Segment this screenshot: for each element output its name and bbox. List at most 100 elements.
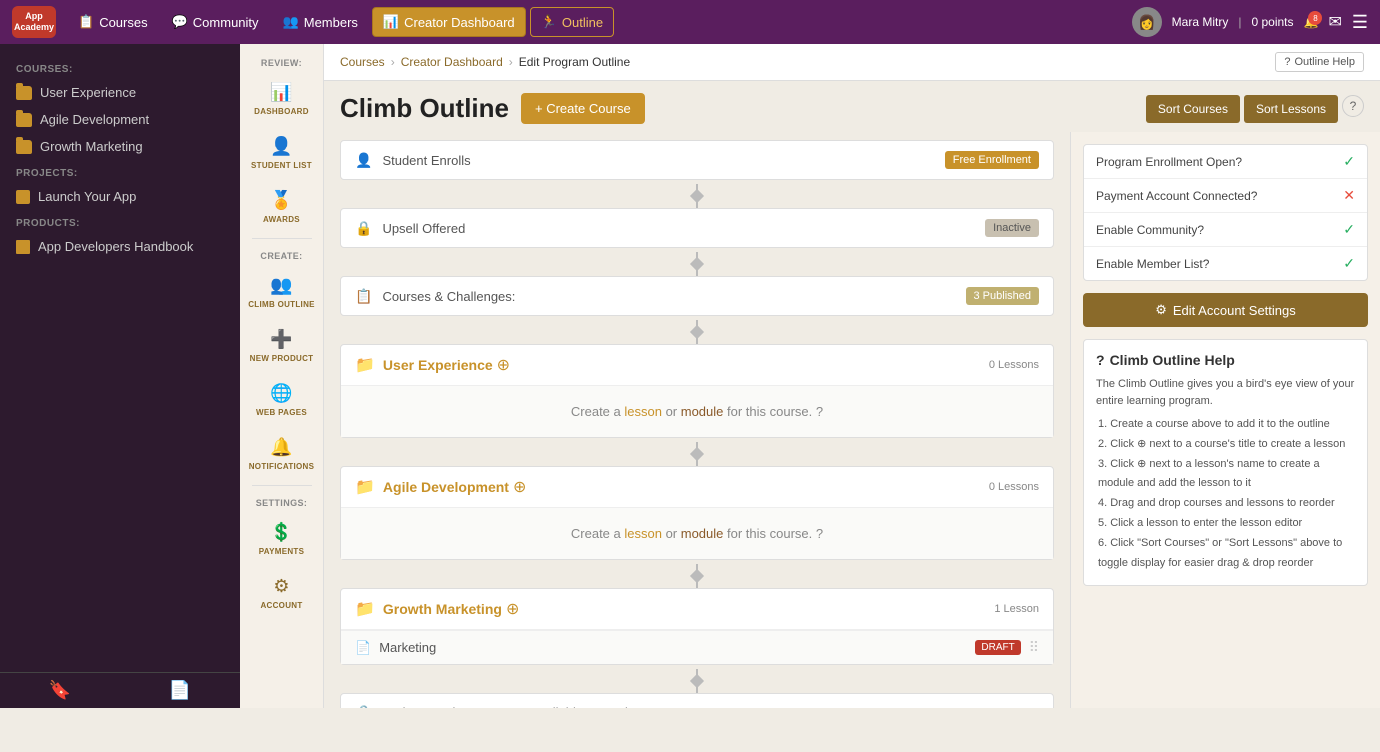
sec-item-notifications[interactable]: 🔔 NOTIFICATIONS — [242, 427, 322, 479]
help-step-5: 5. Click a lesson to enter the lesson ed… — [1098, 514, 1355, 534]
breadcrumb-courses[interactable]: Courses — [340, 55, 385, 69]
left-sidebar: COURSES: User Experience Agile Developme… — [0, 44, 240, 708]
nav-members[interactable]: 👥 Members — [273, 8, 368, 36]
breadcrumb-right: ? Outline Help — [1275, 52, 1364, 72]
sec-item-dashboard[interactable]: 📊 DASHBOARD — [242, 72, 322, 124]
bookmark-icon[interactable]: 🔖 — [49, 680, 71, 701]
sec-item-payments[interactable]: 💲 PAYMENTS — [242, 512, 322, 564]
sort-lessons-button[interactable]: Sort Lessons — [1244, 95, 1338, 123]
draft-badge: DRAFT — [975, 640, 1020, 655]
sidebar-item-user-experience[interactable]: User Experience — [0, 79, 240, 106]
nav-community[interactable]: 💬 Community — [162, 8, 269, 36]
outline-area: 👤 Student Enrolls Free Enrollment 🔒 Upse… — [324, 132, 1070, 708]
sec-item-new-product[interactable]: ➕ NEW PRODUCT — [242, 319, 322, 371]
main-columns: 👤 Student Enrolls Free Enrollment 🔒 Upse… — [324, 132, 1380, 708]
help-icon[interactable]: ? — [816, 404, 823, 419]
outline-help-button[interactable]: ? Outline Help — [1275, 52, 1364, 72]
sort-help-button[interactable]: ? — [1342, 95, 1364, 117]
outline-icon: 🏃 — [541, 14, 557, 30]
sidebar-divider — [252, 238, 312, 239]
course-agile-add-button[interactable]: ⊕ — [513, 477, 526, 497]
app-logo[interactable]: App Academy — [12, 6, 56, 38]
connector-5 — [340, 564, 1054, 588]
connector-1 — [340, 184, 1054, 208]
connector-4 — [340, 442, 1054, 466]
courses-section-label: COURSES: — [0, 56, 240, 79]
menu-icon[interactable]: ☰ — [1352, 12, 1368, 33]
review-label: REVIEW: — [240, 52, 323, 70]
help-title: ? Climb Outline Help — [1096, 352, 1355, 368]
nav-outline[interactable]: 🏃 Outline — [530, 7, 614, 37]
breadcrumb-current: Edit Program Outline — [519, 55, 630, 69]
help-step-3: 3. Click ⊕ next to a lesson's name to cr… — [1098, 455, 1355, 495]
module-link[interactable]: module — [681, 526, 724, 541]
sec-item-web-pages[interactable]: 🌐 WEB PAGES — [242, 373, 322, 425]
course-agile-body: Create a lesson or module for this cours… — [341, 508, 1053, 559]
drag-handle[interactable]: ⠿ — [1029, 639, 1039, 656]
course-agile-placeholder: Create a lesson or module for this cours… — [355, 518, 1039, 549]
sidebar-item-launch-your-app[interactable]: Launch Your App — [0, 183, 240, 210]
sort-courses-button[interactable]: Sort Courses — [1146, 95, 1240, 123]
lesson-link[interactable]: lesson — [624, 526, 662, 541]
community-status-label: Enable Community? — [1096, 223, 1204, 237]
course-folder-icon: 📁 — [355, 355, 375, 375]
folder-icon — [16, 86, 32, 100]
lesson-link[interactable]: lesson — [624, 404, 662, 419]
flow-diamond — [690, 447, 704, 461]
lesson-row-marketing: 📄 Marketing DRAFT ⠿ — [341, 630, 1053, 664]
course-gm-title[interactable]: Growth Marketing — [383, 601, 502, 617]
document-icon[interactable]: 📄 — [169, 680, 191, 701]
notification-bell[interactable]: 🔔 8 — [1304, 15, 1319, 29]
check-icon-enrollment: ✓ — [1343, 153, 1355, 170]
top-navigation: App Academy 📋 Courses 💬 Community 👥 Memb… — [0, 0, 1380, 44]
sec-item-student-list[interactable]: 👤 STUDENT LIST — [242, 126, 322, 178]
help-step-4: 4. Drag and drop courses and lessons to … — [1098, 494, 1355, 514]
folder-icon — [16, 140, 32, 154]
lesson-doc-icon: 📄 — [355, 640, 371, 656]
course-folder-icon: 📁 — [355, 599, 375, 619]
sec-item-awards[interactable]: 🏅 AWARDS — [242, 180, 322, 232]
create-course-button[interactable]: + Create Course — [521, 93, 645, 124]
free-enrollment-badge: Free Enrollment — [945, 151, 1039, 169]
lock-icon: 🔒 — [355, 704, 372, 708]
notifications-icon: 🔔 — [270, 435, 294, 459]
sidebar-item-agile-development[interactable]: Agile Development — [0, 106, 240, 133]
settings-label: SETTINGS: — [240, 492, 323, 510]
help-section: ? Climb Outline Help The Climb Outline g… — [1083, 339, 1368, 586]
status-row-member-list: Enable Member List? ✓ — [1084, 247, 1367, 280]
courses-challenges-card: 📋 Courses & Challenges: 3 Published — [340, 276, 1054, 316]
course-ux-add-button[interactable]: ⊕ — [497, 355, 510, 375]
course-ux-title[interactable]: User Experience — [383, 357, 493, 373]
messages-icon[interactable]: ✉ — [1328, 12, 1341, 32]
project-icon — [16, 190, 30, 204]
dashboard-icon: 📊 — [383, 14, 399, 30]
upsell-icon: 🔒 — [355, 220, 372, 237]
breadcrumb-creator-dashboard[interactable]: Creator Dashboard — [401, 55, 503, 69]
module-link[interactable]: module — [681, 404, 724, 419]
lesson-marketing-title[interactable]: Marketing — [379, 640, 975, 655]
user-avatar[interactable]: 👩 — [1132, 7, 1162, 37]
help-question-icon: ? — [1096, 352, 1105, 368]
topnav-right-section: 👩 Mara Mitry | 0 points 🔔 8 ✉ ☰ — [1132, 7, 1368, 37]
points-label: 0 points — [1251, 15, 1293, 29]
nav-courses[interactable]: 📋 Courses — [68, 8, 158, 36]
sec-item-climb-outline[interactable]: 👥 CLIMB OUTLINE — [242, 265, 322, 317]
check-icon-community: ✓ — [1343, 221, 1355, 238]
nav-creator-dashboard[interactable]: 📊 Creator Dashboard — [372, 7, 526, 37]
course-agile-title[interactable]: Agile Development — [383, 479, 509, 495]
page-header: Climb Outline + Create Course Sort Cours… — [324, 81, 1380, 132]
sidebar-item-growth-marketing[interactable]: Growth Marketing — [0, 133, 240, 160]
new-product-icon: ➕ — [270, 327, 294, 351]
products-section-label: PRODUCTS: — [0, 210, 240, 233]
course-gm-add-button[interactable]: ⊕ — [506, 599, 519, 619]
status-row-enrollment: Program Enrollment Open? ✓ — [1084, 145, 1367, 179]
project-posting-card: 🔒 Project Posting Becomes Available to S… — [340, 693, 1054, 708]
help-icon[interactable]: ? — [816, 526, 823, 541]
payment-status-label: Payment Account Connected? — [1096, 189, 1257, 203]
sec-item-account[interactable]: ⚙ ACCOUNT — [242, 566, 322, 618]
sidebar-item-app-developers-handbook[interactable]: App Developers Handbook — [0, 233, 240, 260]
payments-icon: 💲 — [270, 520, 294, 544]
members-icon: 👥 — [283, 14, 299, 30]
climb-outline-icon: 👥 — [270, 273, 294, 297]
edit-account-button[interactable]: ⚙ Edit Account Settings — [1083, 293, 1368, 327]
